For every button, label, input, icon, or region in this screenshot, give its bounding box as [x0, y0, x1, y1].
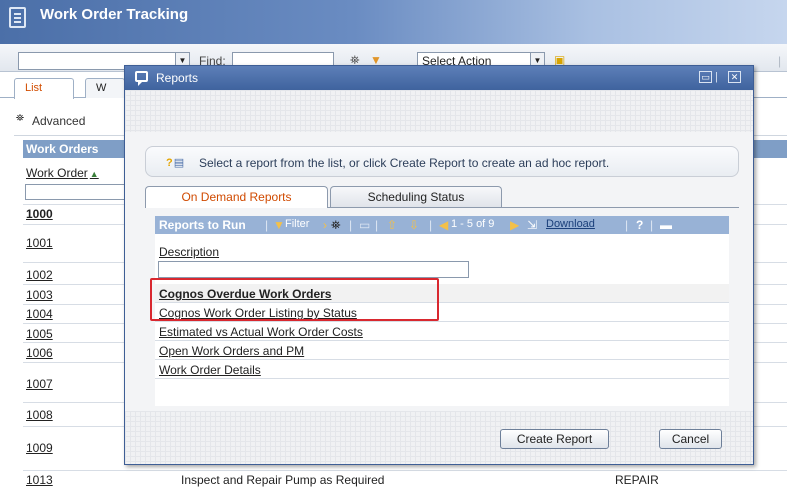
toolbar-separator: | [265, 218, 269, 232]
report-link[interactable]: Work Order Details [159, 363, 261, 377]
info-message-text: Select a report from the list, or click … [199, 156, 610, 170]
pager-text: 1 - 5 of 9 [451, 218, 495, 230]
reports-table-title: Reports to Run [159, 218, 246, 232]
tab-scheduling-status[interactable]: Scheduling Status [330, 186, 502, 207]
chevron-right-icon[interactable]: › [323, 218, 327, 232]
table-row-id[interactable]: 1013 [26, 473, 53, 487]
highlight-annotation-box [150, 278, 439, 321]
row-divider [23, 470, 787, 471]
toolbar-separator: | [429, 218, 433, 232]
table-row-id[interactable]: 1002 [26, 268, 53, 282]
report-link[interactable]: Estimated vs Actual Work Order Costs [159, 325, 363, 339]
minimize-icon[interactable]: ▬ [660, 218, 672, 232]
help-icon[interactable]: ? [636, 218, 643, 232]
info-message: ▤ Select a report from the list, or clic… [145, 146, 739, 177]
report-row[interactable]: Open Work Orders and PM [155, 341, 729, 360]
tab-list[interactable]: List [14, 78, 74, 99]
reports-table-toolbar: Reports to Run | ▼ Filter › ⛯ | ▭ | ⇧ ⇩ … [155, 216, 729, 234]
table-row-id[interactable]: 1000 [26, 207, 53, 221]
table-row-id[interactable]: 1005 [26, 327, 53, 341]
create-report-button[interactable]: Create Report [500, 429, 609, 449]
reports-dialog: Reports ▭ | ✕ ▤ Select a report from the… [124, 65, 754, 465]
dialog-footer: Create Report Cancel [125, 411, 753, 464]
table-row-id[interactable]: 1008 [26, 408, 53, 422]
table-row-id[interactable]: 1001 [26, 236, 53, 250]
advanced-search-link[interactable]: Advanced [32, 114, 85, 128]
toolbar-separator: | [349, 218, 353, 232]
close-icon[interactable]: ✕ [728, 71, 741, 83]
maximize-icon[interactable]: ▭ [699, 71, 712, 83]
titlebar-separator: | [715, 71, 718, 83]
report-row[interactable]: Estimated vs Actual Work Order Costs [155, 322, 729, 341]
app-title: Work Order Tracking [40, 6, 189, 23]
table-row-id[interactable]: 1004 [26, 307, 53, 321]
tab-on-demand-reports[interactable]: On Demand Reports [145, 186, 328, 208]
report-row[interactable]: Work Order Details [155, 360, 729, 379]
binoculars-icon[interactable]: ⛯ [16, 113, 24, 124]
download-icon[interactable]: ⇲ [527, 218, 537, 232]
sort-arrow-icon[interactable]: ▲ [90, 169, 99, 179]
dialog-header-band [125, 90, 753, 132]
help-book-icon: ▤ [166, 156, 184, 169]
previous-page-icon[interactable]: ◀ [439, 218, 448, 232]
cancel-button[interactable]: Cancel [659, 429, 722, 449]
work-order-column-label[interactable]: Work Order [26, 166, 88, 180]
table-row-id[interactable]: 1009 [26, 441, 53, 455]
table-row-id[interactable]: 1006 [26, 346, 53, 360]
filter-link[interactable]: Filter [285, 218, 309, 230]
reports-icon [135, 71, 148, 86]
dialog-title: Reports [156, 71, 199, 85]
table-row-description: Inspect and Repair Pump as Required [181, 473, 385, 487]
description-filter-input[interactable] [158, 261, 469, 278]
arrow-up-icon[interactable]: ⇧ [387, 218, 397, 232]
toolbar-separator: | [625, 218, 629, 232]
toolbar-separator: | [650, 218, 654, 232]
toolbar-separator: | [375, 218, 379, 232]
table-row-id[interactable]: 1003 [26, 288, 53, 302]
table-row-type: REPAIR [615, 473, 659, 487]
work-order-filter-input[interactable] [25, 184, 133, 200]
next-page-icon[interactable]: ▶ [510, 218, 519, 232]
toolbar-separator: | [778, 54, 782, 68]
report-link[interactable]: Open Work Orders and PM [159, 344, 304, 358]
dialog-titlebar: Reports ▭ | ✕ [125, 66, 753, 90]
arrow-down-icon[interactable]: ⇩ [409, 218, 419, 232]
download-link[interactable]: Download [546, 218, 595, 230]
binoculars-icon[interactable]: ⛯ [331, 218, 341, 233]
filter-icon[interactable]: ▼ [273, 218, 285, 232]
app-header: Work Order Tracking [0, 0, 787, 44]
table-row-id[interactable]: 1007 [26, 377, 53, 391]
work-order-app-icon [9, 7, 26, 28]
work-order-column-header[interactable]: Work Order ▲ [26, 166, 99, 180]
clear-filter-icon[interactable]: ▭ [359, 218, 370, 232]
tab-work-order[interactable]: W [85, 78, 125, 98]
description-column-header[interactable]: Description [159, 245, 219, 259]
